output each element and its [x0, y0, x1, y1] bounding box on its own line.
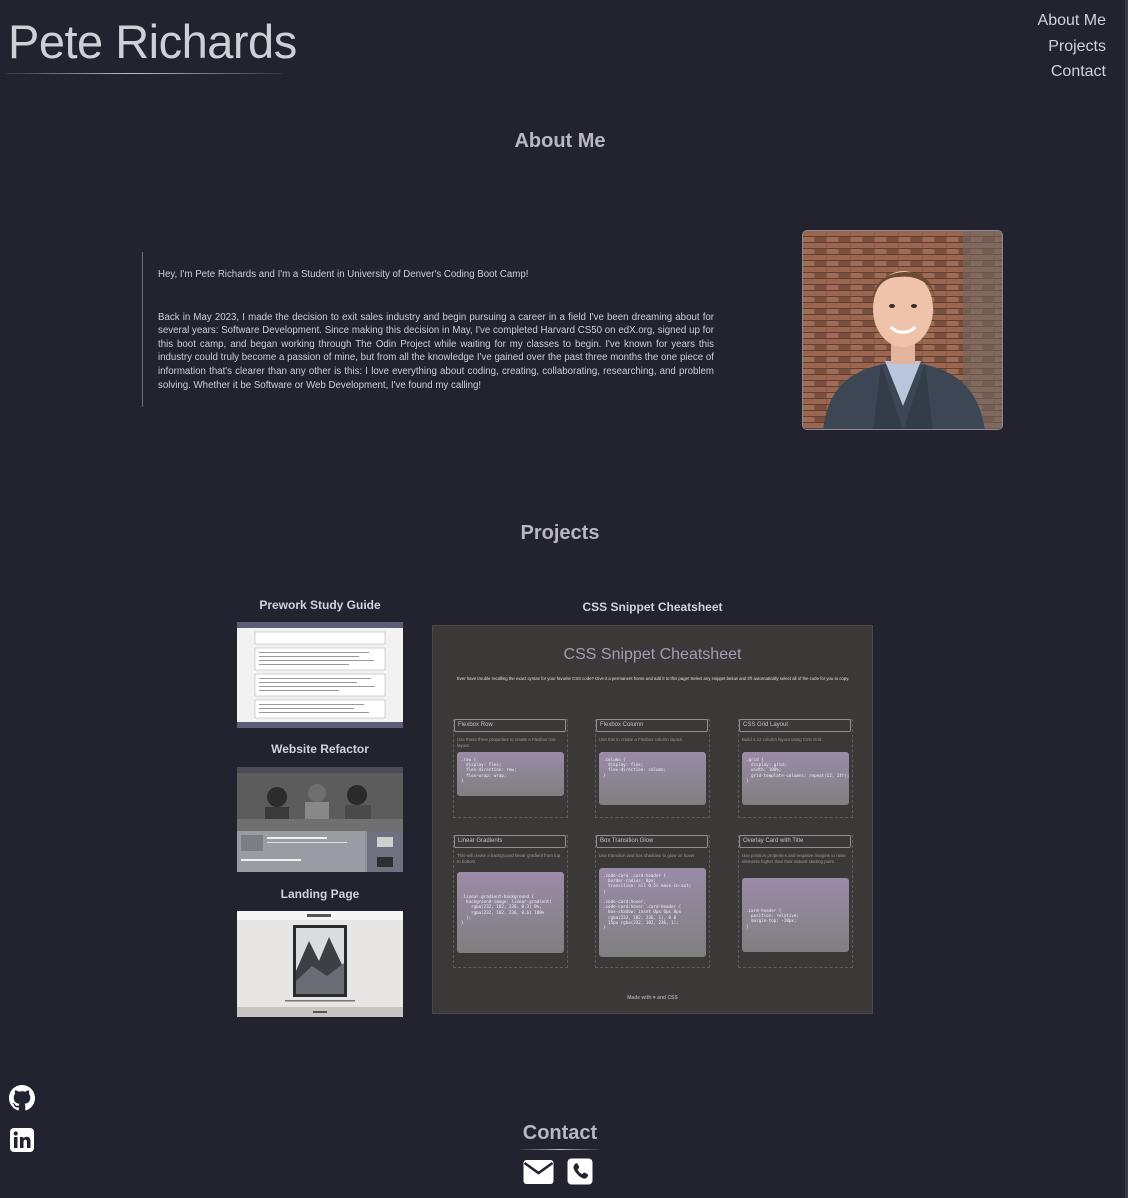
cheatsheet-preview-intro: Ever have trouble recalling the exact sy…	[456, 676, 850, 681]
snippet-card-desc: Use position properties and negative mar…	[742, 853, 846, 864]
snippet-card-code: .card-header { position: relative; margi…	[742, 878, 849, 952]
about-text-block: Hey, I'm Pete Richards and I'm a Student…	[142, 252, 714, 407]
snippet-card-title: Linear Gradients	[454, 835, 566, 848]
nav-link-contact[interactable]: Contact	[1038, 59, 1106, 85]
snippet-card-code: .linear-gradient-background { background…	[457, 872, 564, 953]
snippet-card-title: Overlay Card with Title	[739, 835, 851, 848]
project-label-cheatsheet: CSS Snippet Cheatsheet	[582, 600, 723, 614]
snippet-card-title: Flexbox Column	[596, 719, 708, 732]
snippet-card-title: Flexbox Row	[454, 719, 566, 732]
snippet-card: Flexbox Column Use this to create a Flex…	[595, 719, 710, 818]
github-icon[interactable]	[9, 1085, 35, 1111]
nav-link-about[interactable]: About Me	[1038, 8, 1106, 34]
about-greeting: Hey, I'm Pete Richards and I'm a Student…	[158, 269, 529, 280]
snippet-card-desc: Use transition and box shadows to glow o…	[599, 853, 696, 858]
snippet-card-code: .row { display: flex; flex-direction: ro…	[457, 752, 564, 796]
snippet-card-desc: Use these three properties to create a F…	[457, 737, 556, 748]
snippet-card-desc: This will create a background linear gra…	[457, 853, 561, 864]
about-heading: About Me	[514, 130, 606, 152]
project-label-refactor: Website Refactor	[271, 742, 369, 756]
snippet-card: Overlay Card with Title Use position pro…	[738, 835, 853, 968]
snippet-card-title: CSS Grid Layout	[739, 719, 851, 732]
cheatsheet-preview-title: CSS Snippet Cheatsheet	[563, 646, 742, 663]
site-title: Pete Richards	[8, 15, 297, 68]
phone-icon[interactable]	[567, 1158, 593, 1190]
envelope-icon[interactable]	[523, 1159, 554, 1190]
project-thumb-landing[interactable]	[237, 911, 403, 1017]
cheatsheet-preview-footer: Made with ♥ and CSS	[627, 995, 678, 1001]
snippet-card: Box Transition Glow Use transition and b…	[595, 835, 710, 968]
project-thumb-prework[interactable]	[237, 622, 403, 728]
snippet-card-code: .column { display: flex; flex-direction:…	[599, 752, 706, 805]
snippet-card-desc: Use this to create a Flexbox column layo…	[599, 737, 683, 742]
profile-photo	[802, 230, 1003, 430]
nav-link-projects[interactable]: Projects	[1038, 34, 1106, 60]
project-label-landing: Landing Page	[280, 887, 360, 901]
snippet-card-code: .grid { display: grid; width: 100%; grid…	[742, 752, 849, 805]
contact-underline	[521, 1149, 599, 1150]
about-bio: Back in May 2023, I made the decision to…	[158, 311, 714, 391]
projects-heading: Projects	[520, 522, 600, 544]
snippet-card: Linear Gradients This will create a back…	[453, 835, 568, 968]
snippet-card-code: .code-card .card-header { border-radius:…	[599, 868, 706, 957]
project-thumb-refactor[interactable]	[237, 767, 403, 872]
snippet-card: CSS Grid Layout Build a 12 column layout…	[738, 719, 853, 818]
title-underline	[6, 73, 282, 74]
contact-heading: Contact	[522, 1122, 598, 1144]
project-thumb-cheatsheet[interactable]: CSS Snippet Cheatsheet Ever have trouble…	[432, 625, 873, 1014]
project-label-prework: Prework Study Guide	[259, 598, 381, 612]
snippet-card: Flexbox Row Use these three properties t…	[453, 719, 568, 818]
main-nav: About Me Projects Contact	[1038, 8, 1106, 85]
snippet-card-title: Box Transition Glow	[596, 835, 708, 848]
snippet-card-desc: Build a 12 column layout using CSS Grid.	[742, 737, 823, 742]
